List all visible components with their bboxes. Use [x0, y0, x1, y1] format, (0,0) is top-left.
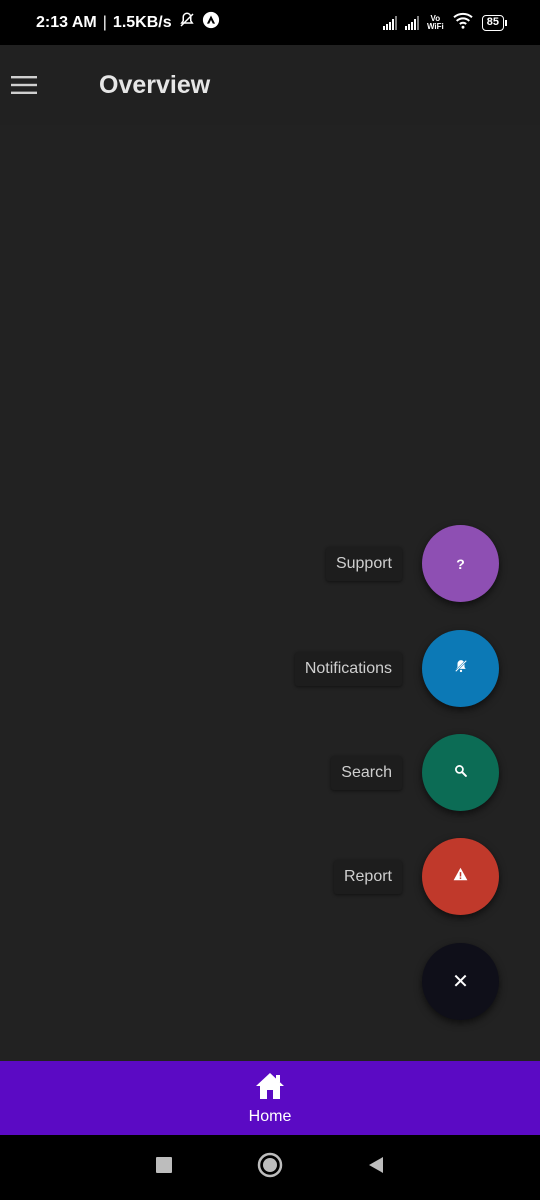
search-button[interactable] — [422, 734, 499, 811]
signal-icon — [382, 15, 397, 30]
home-icon — [254, 1071, 286, 1106]
status-left: 2:13 AM | 1.5KB/s — [36, 11, 220, 34]
fab-action-notifications[interactable]: Notifications — [294, 630, 499, 707]
fab-label-support[interactable]: Support — [325, 546, 402, 581]
fab-close-row[interactable]: ✕ — [422, 943, 499, 1020]
fab-label-search[interactable]: Search — [331, 755, 402, 790]
bell-off-icon — [454, 659, 468, 678]
fab-action-report[interactable]: Report — [333, 838, 499, 915]
search-icon — [454, 764, 467, 782]
signal-icon — [404, 15, 419, 30]
recents-icon[interactable] — [155, 1156, 173, 1179]
status-bar: 2:13 AM | 1.5KB/s Vo WiFi 85 — [0, 0, 540, 45]
nav-label-home: Home — [248, 1107, 292, 1125]
page-title: Overview — [99, 70, 211, 99]
status-right: Vo WiFi 85 — [382, 11, 508, 34]
network-speed: 1.5KB/s — [112, 13, 172, 31]
close-icon: ✕ — [452, 971, 469, 993]
app-notification-icon — [202, 11, 220, 34]
system-navigation-bar — [0, 1135, 540, 1200]
status-separator: | — [102, 13, 107, 31]
help-icon: ? — [456, 555, 465, 572]
nav-item-home[interactable]: Home — [248, 1071, 292, 1126]
hamburger-menu-icon[interactable] — [0, 61, 48, 109]
fab-action-search[interactable]: Search — [331, 734, 499, 811]
notifications-off-icon — [178, 11, 196, 34]
fab-label-notifications[interactable]: Notifications — [294, 651, 402, 686]
home-circle-icon[interactable] — [257, 1152, 283, 1183]
report-button[interactable] — [422, 838, 499, 915]
bottom-navigation: Home — [0, 1061, 540, 1135]
main-content: Support ? Notifications Search Report ✕ — [0, 125, 540, 1061]
app-bar: Overview — [0, 45, 540, 125]
fab-action-support[interactable]: Support ? — [325, 525, 499, 602]
battery-indicator: 85 — [481, 14, 508, 31]
wifi-icon — [452, 11, 474, 34]
support-button[interactable]: ? — [422, 525, 499, 602]
warning-icon — [453, 867, 468, 886]
close-fab-button[interactable]: ✕ — [422, 943, 499, 1020]
fab-label-report[interactable]: Report — [333, 859, 402, 894]
vowifi-bottom: WiFi — [426, 21, 444, 31]
notifications-button[interactable] — [422, 630, 499, 707]
vowifi-indicator: Vo WiFi — [426, 14, 444, 31]
back-icon[interactable] — [367, 1156, 385, 1179]
status-time: 2:13 AM — [36, 13, 97, 31]
